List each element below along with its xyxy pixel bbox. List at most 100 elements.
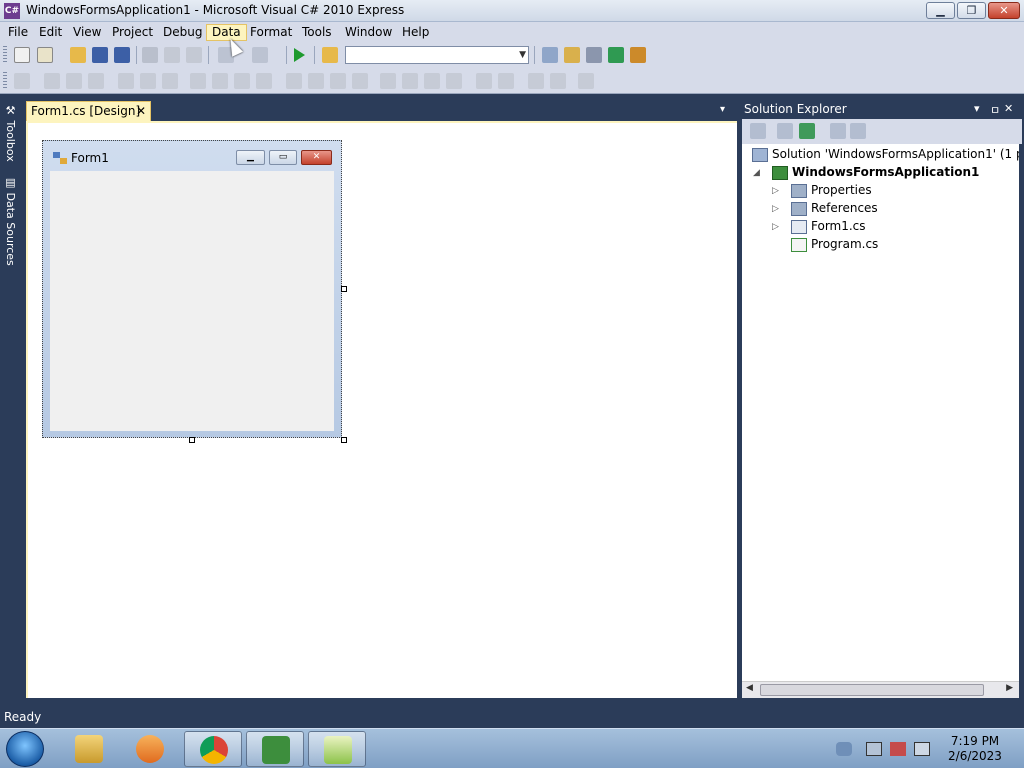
network-sharing-icon[interactable] (836, 742, 852, 756)
new-project-icon[interactable] (14, 47, 30, 63)
remove-vertical-spacing-icon[interactable] (446, 73, 462, 89)
expand-arrow-icon[interactable]: ▷ (772, 222, 779, 232)
align-tops-icon[interactable] (118, 73, 134, 89)
toolbar-grip[interactable] (3, 46, 7, 64)
align-centers-icon[interactable] (66, 73, 82, 89)
save-icon[interactable] (92, 47, 108, 63)
remove-horizontal-spacing-icon[interactable] (352, 73, 368, 89)
toolbox-icon[interactable] (586, 47, 602, 63)
tree-item-properties[interactable]: Properties (791, 181, 872, 199)
show-all-files-icon[interactable] (777, 123, 793, 139)
chevron-down-icon[interactable]: ▾ (974, 102, 980, 115)
configuration-combo[interactable]: ▼ (345, 46, 529, 64)
taskbar-visual-csharp[interactable] (246, 731, 304, 767)
taskbar-notepad[interactable] (308, 731, 366, 767)
network-icon[interactable] (866, 742, 882, 756)
minimize-button[interactable]: ▁ (926, 2, 955, 19)
align-to-grid-icon[interactable] (14, 73, 30, 89)
resize-handle-right[interactable] (341, 286, 347, 292)
collapse-arrow-icon[interactable]: ◢ (753, 168, 760, 178)
redo-icon[interactable] (252, 47, 268, 63)
tree-item-program[interactable]: Program.cs (791, 235, 878, 253)
close-icon[interactable]: ✕ (136, 102, 146, 120)
resize-handle-bottom[interactable] (189, 437, 195, 443)
menu-view[interactable]: View (68, 24, 106, 41)
make-same-height-icon[interactable] (234, 73, 250, 89)
menu-format[interactable]: Format (245, 24, 297, 41)
scroll-right-icon[interactable]: ▶ (1006, 683, 1013, 693)
tree-item-references[interactable]: References (791, 199, 878, 217)
close-icon[interactable]: ✕ (1004, 102, 1013, 115)
form-client-area[interactable] (50, 171, 334, 431)
solution-explorer-icon[interactable] (542, 47, 558, 63)
increase-horizontal-spacing-icon[interactable] (308, 73, 324, 89)
data-sources-tab[interactable]: ▤ Data Sources (2, 176, 18, 266)
scrollbar-thumb[interactable] (760, 684, 984, 696)
center-vertically-icon[interactable] (498, 73, 514, 89)
horizontal-spacing-equal-icon[interactable] (286, 73, 302, 89)
expand-arrow-icon[interactable]: ▷ (772, 204, 779, 214)
center-horizontally-icon[interactable] (476, 73, 492, 89)
menu-project[interactable]: Project (107, 24, 158, 41)
chevron-down-icon[interactable]: ▾ (720, 104, 725, 115)
add-item-icon[interactable] (37, 47, 53, 63)
tab-order-icon[interactable] (578, 73, 594, 89)
start-button[interactable] (6, 731, 44, 767)
tree-item-form1[interactable]: Form1.cs (791, 217, 866, 235)
toolbox-tab[interactable]: ⚒ Toolbox (2, 104, 18, 162)
bring-to-front-icon[interactable] (528, 73, 544, 89)
menu-data[interactable]: Data (206, 24, 247, 41)
expand-arrow-icon[interactable]: ▷ (772, 186, 779, 196)
view-code-icon[interactable] (830, 123, 846, 139)
align-bottoms-icon[interactable] (162, 73, 178, 89)
save-all-icon[interactable] (114, 47, 130, 63)
taskbar-chrome[interactable] (184, 731, 242, 767)
properties-icon[interactable] (750, 123, 766, 139)
taskbar-media-player[interactable] (121, 731, 179, 767)
start-debug-icon[interactable] (294, 48, 305, 62)
form-preview[interactable]: Form1 ▁ ▭ ✕ (42, 140, 342, 438)
tree-item-project[interactable]: WindowsFormsApplication1 (772, 163, 979, 181)
send-to-back-icon[interactable] (550, 73, 566, 89)
tree-item-solution[interactable]: Solution 'WindowsFormsApplication1' (1 p… (752, 145, 1019, 163)
menu-tools[interactable]: Tools (297, 24, 337, 41)
cut-icon[interactable] (142, 47, 158, 63)
view-designer-icon[interactable] (850, 123, 866, 139)
make-same-width-icon[interactable] (190, 73, 206, 89)
close-button[interactable]: ✕ (988, 2, 1020, 19)
paste-icon[interactable] (186, 47, 202, 63)
volume-icon[interactable] (914, 742, 930, 756)
copy-icon[interactable] (164, 47, 180, 63)
find-icon[interactable] (322, 47, 338, 63)
resize-handle-corner[interactable] (341, 437, 347, 443)
decrease-horizontal-spacing-icon[interactable] (330, 73, 346, 89)
maximize-button[interactable]: ❐ (957, 2, 986, 19)
taskbar-explorer[interactable] (60, 731, 118, 767)
pin-icon[interactable]: ㅁ (990, 102, 1000, 118)
start-page-icon[interactable] (630, 47, 646, 63)
vertical-spacing-equal-icon[interactable] (380, 73, 396, 89)
increase-vertical-spacing-icon[interactable] (402, 73, 418, 89)
size-to-grid-icon[interactable] (212, 73, 228, 89)
toolbar-grip[interactable] (3, 72, 7, 90)
open-icon[interactable] (70, 47, 86, 63)
properties-icon[interactable] (564, 47, 580, 63)
horizontal-scrollbar[interactable]: ◀ ▶ (742, 681, 1019, 698)
make-same-size-icon[interactable] (256, 73, 272, 89)
object-browser-icon[interactable] (608, 47, 624, 63)
align-lefts-icon[interactable] (44, 73, 60, 89)
refresh-icon[interactable] (799, 123, 815, 139)
system-clock[interactable]: 7:19 PM 2/6/2023 (940, 734, 1010, 764)
menu-file[interactable]: File (3, 24, 33, 41)
scroll-left-icon[interactable]: ◀ (746, 683, 753, 693)
align-middles-icon[interactable] (140, 73, 156, 89)
tab-form1-design[interactable]: Form1.cs [Design] ✕ (26, 101, 151, 121)
chevron-down-icon[interactable]: ▼ (519, 50, 526, 60)
decrease-vertical-spacing-icon[interactable] (424, 73, 440, 89)
menu-window[interactable]: Window (340, 24, 397, 41)
menu-debug[interactable]: Debug (158, 24, 207, 41)
menu-edit[interactable]: Edit (34, 24, 67, 41)
menu-help[interactable]: Help (397, 24, 434, 41)
action-center-icon[interactable] (890, 742, 906, 756)
align-rights-icon[interactable] (88, 73, 104, 89)
